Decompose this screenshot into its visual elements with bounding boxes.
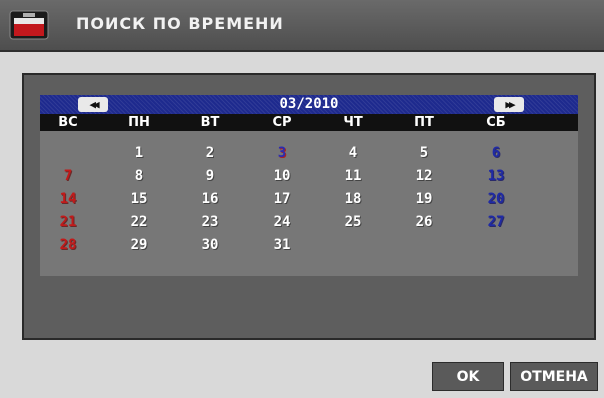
calendar-day[interactable]: 26 [389, 211, 459, 233]
calendar-day[interactable]: 22 [104, 211, 174, 233]
calendar-day[interactable]: 4 [318, 142, 388, 164]
calendar-day[interactable]: 25 [318, 211, 388, 233]
ok-button[interactable]: OK [432, 362, 504, 391]
calendar-day[interactable]: 28 [33, 234, 103, 256]
calendar-day[interactable]: 23 [175, 211, 245, 233]
calendar-panel: ◀◀ 03/2010 ▶▶ ВС ПН ВТ СР ЧТ ПТ СБ 1 2 3 4 5 6 7 8 9 10… [22, 73, 596, 340]
calendar-day[interactable]: 8 [104, 165, 174, 187]
calendar-day[interactable]: 10 [247, 165, 317, 187]
weekday-label: ПТ [414, 115, 434, 130]
calendar-day[interactable]: 11 [318, 165, 388, 187]
monitor-icon [9, 10, 49, 40]
weekday-label: СБ [486, 115, 506, 130]
weekday-label: СР [272, 115, 292, 130]
calendar: ◀◀ 03/2010 ▶▶ ВС ПН ВТ СР ЧТ ПТ СБ 1 2 3 4 5 6 7 8 9 10… [40, 95, 578, 276]
calendar-day[interactable]: 9 [175, 165, 245, 187]
calendar-day[interactable]: 13 [461, 165, 531, 187]
weekday-label: ВТ [200, 115, 220, 130]
calendar-day[interactable]: 31 [247, 234, 317, 256]
next-month-button[interactable]: ▶▶ [494, 97, 524, 112]
calendar-day[interactable]: 15 [104, 188, 174, 210]
calendar-day[interactable]: 29 [104, 234, 174, 256]
cancel-button[interactable]: ОТМЕНА [510, 362, 598, 391]
calendar-day[interactable]: 14 [33, 188, 103, 210]
calendar-day[interactable]: 30 [175, 234, 245, 256]
calendar-day[interactable]: 17 [247, 188, 317, 210]
calendar-day[interactable]: 19 [389, 188, 459, 210]
calendar-day[interactable]: 7 [33, 165, 103, 187]
calendar-header: ◀◀ 03/2010 ▶▶ [40, 95, 578, 114]
calendar-day[interactable]: 20 [461, 188, 531, 210]
title-bar: ПОИСК ПО ВРЕМЕНИ [0, 0, 604, 52]
calendar-day[interactable]: 18 [318, 188, 388, 210]
calendar-day[interactable]: 24 [247, 211, 317, 233]
weekday-label: ПН [128, 115, 150, 130]
calendar-day[interactable]: 5 [389, 142, 459, 164]
calendar-day[interactable]: 12 [389, 165, 459, 187]
weekday-label: ВС [58, 115, 78, 130]
calendar-day[interactable]: 1 [104, 142, 174, 164]
calendar-day[interactable]: 21 [33, 211, 103, 233]
weekday-header-row: ВС ПН ВТ СР ЧТ ПТ СБ [40, 114, 578, 131]
calendar-day[interactable]: 6 [461, 142, 531, 164]
weekday-label: ЧТ [343, 115, 363, 130]
double-right-arrow-icon: ▶▶ [505, 98, 515, 111]
calendar-day[interactable]: 3 [247, 142, 317, 164]
dialog-title: ПОИСК ПО ВРЕМЕНИ [76, 14, 284, 33]
calendar-day[interactable]: 16 [175, 188, 245, 210]
calendar-day[interactable]: 2 [175, 142, 245, 164]
calendar-day[interactable]: 27 [461, 211, 531, 233]
